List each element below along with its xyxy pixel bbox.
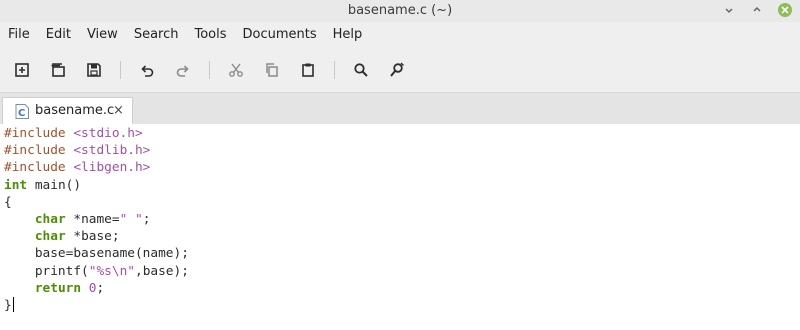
redo-icon	[176, 65, 189, 77]
code-token: *base;	[65, 229, 120, 245]
new-document-icon	[15, 63, 29, 77]
code-token: #include	[4, 143, 74, 159]
code-line[interactable]: #include <stdio.h>	[4, 125, 189, 142]
code-token: return	[34, 280, 82, 296]
menu-view[interactable]: View	[79, 22, 126, 48]
code-token: "%s\n"	[88, 263, 135, 279]
code-token: printf(	[4, 263, 89, 279]
window-title: basename.c (~)	[347, 3, 453, 18]
minimize-button[interactable]	[722, 3, 736, 17]
menu-documents[interactable]: Documents	[235, 22, 325, 48]
copy-icon	[266, 63, 278, 77]
copy-button[interactable]	[254, 52, 290, 88]
tab-label: basename.c	[35, 103, 115, 118]
search-icon	[354, 63, 368, 77]
code-content[interactable]: #include <stdio.h> #include <stdlib.h> #in…	[0, 125, 189, 314]
code-line[interactable]: printf("%s\n",base);	[4, 263, 189, 280]
code-token: <stdio.h>	[73, 126, 143, 141]
find-replace-icon	[390, 62, 404, 77]
redo-button[interactable]	[165, 52, 201, 88]
title-bar[interactable]: basename.c (~)	[0, 0, 800, 22]
find-button[interactable]	[343, 52, 379, 88]
code-line[interactable]: #include <stdlib.h>	[4, 142, 189, 159]
code-token: " "	[119, 211, 143, 227]
code-token: #include	[4, 126, 74, 141]
code-line[interactable]: }	[4, 296, 189, 314]
code-token: 0	[88, 280, 97, 296]
code-token: ;	[96, 280, 105, 296]
maximize-icon	[753, 6, 761, 12]
code-token: main()	[27, 177, 82, 193]
toolbar-separator	[209, 61, 210, 79]
code-token: int	[4, 177, 28, 193]
tab-bar: C basename.c ×	[0, 92, 800, 125]
code-token: *name=	[65, 211, 120, 227]
code-token: <libgen.h>	[73, 160, 151, 176]
undo-button[interactable]	[129, 52, 165, 88]
code-line[interactable]: return 0;	[4, 280, 189, 297]
code-token: ,base);	[134, 263, 189, 279]
menu-file[interactable]: File	[0, 22, 38, 48]
code-token: }	[4, 297, 12, 313]
new-document-button[interactable]	[4, 52, 40, 88]
close-window-button[interactable]	[778, 3, 792, 17]
scissors-icon	[229, 63, 243, 77]
editor-window: basename.c (~) File Edit View Search Too…	[0, 0, 800, 330]
paste-icon	[302, 63, 314, 77]
menu-help[interactable]: Help	[325, 22, 371, 48]
window-controls	[722, 3, 792, 17]
code-editor[interactable]: #include <stdio.h> #include <stdlib.h> #in…	[0, 124, 800, 330]
minimize-icon	[725, 8, 733, 14]
code-token: ;	[142, 211, 151, 227]
code-token: <stdlib.h>	[73, 143, 151, 159]
code-line[interactable]: char *name=" ";	[4, 211, 189, 228]
toolbar	[0, 48, 800, 92]
toolbar-separator	[120, 61, 121, 79]
find-replace-button[interactable]	[379, 52, 415, 88]
menu-bar: File Edit View Search Tools Documents He…	[0, 22, 800, 48]
open-document-button[interactable]	[40, 52, 76, 88]
close-icon	[781, 6, 789, 14]
code-line[interactable]: #include <libgen.h>	[4, 159, 189, 176]
undo-icon	[141, 65, 154, 77]
toolbar-separator	[334, 61, 335, 79]
code-token: base=basename(name);	[4, 246, 189, 262]
paste-button[interactable]	[290, 52, 326, 88]
maximize-button[interactable]	[750, 3, 764, 17]
c-source-file-icon: C	[15, 104, 29, 119]
open-document-icon	[51, 63, 65, 77]
code-line[interactable]: char *base;	[4, 228, 189, 245]
code-token: {	[4, 194, 12, 210]
save-button[interactable]	[76, 52, 112, 88]
code-line[interactable]: int main()	[4, 177, 189, 194]
text-cursor	[12, 296, 14, 312]
code-token: #include	[4, 160, 74, 176]
code-token: char	[34, 229, 66, 245]
save-icon	[87, 63, 101, 77]
tab-basename-c[interactable]: C basename.c ×	[2, 97, 133, 125]
menu-edit[interactable]: Edit	[38, 22, 79, 48]
menu-search[interactable]: Search	[126, 22, 187, 48]
menu-tools[interactable]: Tools	[186, 22, 234, 48]
cut-button[interactable]	[218, 52, 254, 88]
code-line[interactable]: {	[4, 194, 189, 211]
c-file-letter: C	[18, 108, 25, 119]
code-line[interactable]: base=basename(name);	[4, 245, 189, 262]
tab-close-button[interactable]: ×	[113, 103, 124, 119]
code-token: char	[34, 211, 66, 227]
